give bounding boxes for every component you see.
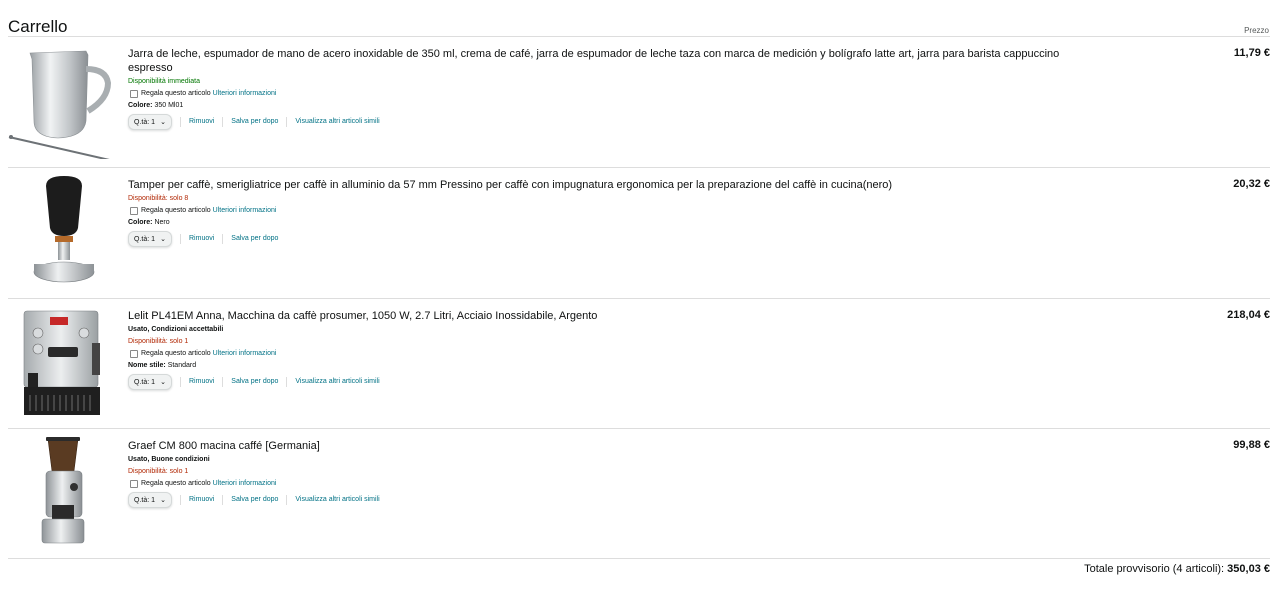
more-info-link[interactable]: Ulteriori informazioni <box>213 205 277 217</box>
chevron-down-icon: ⌄ <box>160 379 166 386</box>
item-details: Tamper per caffè, smerigliatrice per caf… <box>128 178 1068 247</box>
subtotal-value: 350,03 € <box>1227 563 1270 575</box>
cart-item: Tamper per caffè, smerigliatrice per caf… <box>8 168 1270 298</box>
save-for-later-link[interactable]: Salva per dopo <box>222 234 286 244</box>
item-details: Jarra de leche, espumador de mano de ace… <box>128 47 1068 130</box>
remove-link[interactable]: Rimuovi <box>180 377 222 387</box>
remove-link[interactable]: Rimuovi <box>180 234 222 244</box>
cart-item: Jarra de leche, espumador de mano de ace… <box>8 37 1270 167</box>
attribute-value: 350 Ml01 <box>154 102 184 109</box>
item-condition: Usato, Buone condizioni <box>128 456 210 463</box>
see-similar-link[interactable]: Visualizza altri articoli simili <box>286 495 387 505</box>
quantity-label: Q.tà: 1 <box>134 378 156 386</box>
quantity-label: Q.tà: 1 <box>134 118 156 126</box>
price-column-header: Prezzo <box>1244 26 1269 35</box>
gift-label: Regala questo articolo <box>141 350 211 357</box>
chevron-down-icon: ⌄ <box>160 119 166 126</box>
gift-option: Regala questo articolo Ulteriori informa… <box>128 348 1068 360</box>
remove-link[interactable]: Rimuovi <box>180 495 222 505</box>
divider <box>8 558 1270 559</box>
item-actions: Q.tà: 1 ⌄ Rimuovi Salva per dopo Visuali… <box>128 114 1068 130</box>
item-attribute: Colore: Nero <box>128 217 1068 229</box>
see-similar-link[interactable]: Visualizza altri articoli simili <box>286 117 387 127</box>
gift-label: Regala questo articolo <box>141 207 211 214</box>
gift-option: Regala questo articolo Ulteriori informa… <box>128 205 1068 217</box>
item-attribute: Colore: 350 Ml01 <box>128 100 1068 112</box>
item-price: 99,88 € <box>1233 439 1270 451</box>
espresso-machine-image[interactable] <box>8 303 120 421</box>
availability-status: Disponibilità: solo 8 <box>128 195 189 202</box>
gift-checkbox[interactable] <box>130 207 138 215</box>
quantity-label: Q.tà: 1 <box>134 235 156 243</box>
gift-checkbox[interactable] <box>130 480 138 488</box>
more-info-link[interactable]: Ulteriori informazioni <box>213 478 277 490</box>
chevron-down-icon: ⌄ <box>160 236 166 243</box>
availability-status: Disponibilità: solo 1 <box>128 338 189 345</box>
gift-checkbox[interactable] <box>130 90 138 98</box>
quantity-select[interactable]: Q.tà: 1 ⌄ <box>128 114 172 130</box>
more-info-link[interactable]: Ulteriori informazioni <box>213 348 277 360</box>
milk-pitcher-image[interactable] <box>8 41 120 159</box>
save-for-later-link[interactable]: Salva per dopo <box>222 495 286 505</box>
gift-label: Regala questo articolo <box>141 90 211 97</box>
item-title[interactable]: Tamper per caffè, smerigliatrice per caf… <box>128 178 1068 192</box>
gift-option: Regala questo articolo Ulteriori informa… <box>128 478 1068 490</box>
more-info-link[interactable]: Ulteriori informazioni <box>213 88 277 100</box>
attribute-name: Colore: <box>128 102 153 109</box>
chevron-down-icon: ⌄ <box>160 497 166 504</box>
subtotal-label: Totale provvisorio (4 articoli): <box>1084 563 1225 575</box>
item-actions: Q.tà: 1 ⌄ Rimuovi Salva per dopo <box>128 231 1068 247</box>
item-actions: Q.tà: 1 ⌄ Rimuovi Salva per dopo Visuali… <box>128 492 1068 508</box>
item-price: 218,04 € <box>1227 309 1270 321</box>
coffee-grinder-image[interactable] <box>8 433 120 551</box>
save-for-later-link[interactable]: Salva per dopo <box>222 117 286 127</box>
quantity-select[interactable]: Q.tà: 1 ⌄ <box>128 231 172 247</box>
coffee-tamper-image[interactable] <box>8 172 120 290</box>
availability-status: Disponibilità: solo 1 <box>128 468 189 475</box>
item-title[interactable]: Lelit PL41EM Anna, Macchina da caffè pro… <box>128 309 1068 323</box>
attribute-value: Standard <box>167 362 197 369</box>
availability-status: Disponibilità immediata <box>128 78 200 85</box>
item-details: Graef CM 800 macina caffé [Germania] Usa… <box>128 439 1068 508</box>
attribute-name: Colore: <box>128 219 153 226</box>
cart-item: Graef CM 800 macina caffé [Germania] Usa… <box>8 429 1270 559</box>
item-actions: Q.tà: 1 ⌄ Rimuovi Salva per dopo Visuali… <box>128 374 1068 390</box>
item-price: 20,32 € <box>1233 178 1270 190</box>
item-details: Lelit PL41EM Anna, Macchina da caffè pro… <box>128 309 1068 390</box>
quantity-select[interactable]: Q.tà: 1 ⌄ <box>128 374 172 390</box>
quantity-label: Q.tà: 1 <box>134 496 156 504</box>
attribute-value: Nero <box>154 219 170 226</box>
quantity-select[interactable]: Q.tà: 1 ⌄ <box>128 492 172 508</box>
cart-page: Carrello Prezzo Jarra de leche, espumado… <box>0 0 1280 589</box>
cart-item: Lelit PL41EM Anna, Macchina da caffè pro… <box>8 299 1270 429</box>
item-title[interactable]: Jarra de leche, espumador de mano de ace… <box>128 47 1068 75</box>
item-attribute: Nome stile: Standard <box>128 360 1068 372</box>
gift-option: Regala questo articolo Ulteriori informa… <box>128 88 1068 100</box>
save-for-later-link[interactable]: Salva per dopo <box>222 377 286 387</box>
item-condition: Usato, Condizioni accettabili <box>128 326 224 333</box>
item-title[interactable]: Graef CM 800 macina caffé [Germania] <box>128 439 1068 453</box>
gift-checkbox[interactable] <box>130 350 138 358</box>
cart-subtotal: Totale provvisorio (4 articoli): 350,03 … <box>1084 563 1270 575</box>
gift-label: Regala questo articolo <box>141 480 211 487</box>
item-price: 11,79 € <box>1233 47 1270 59</box>
page-title: Carrello <box>8 17 68 37</box>
remove-link[interactable]: Rimuovi <box>180 117 222 127</box>
see-similar-link[interactable]: Visualizza altri articoli simili <box>286 377 387 387</box>
attribute-name: Nome stile: <box>128 362 166 369</box>
